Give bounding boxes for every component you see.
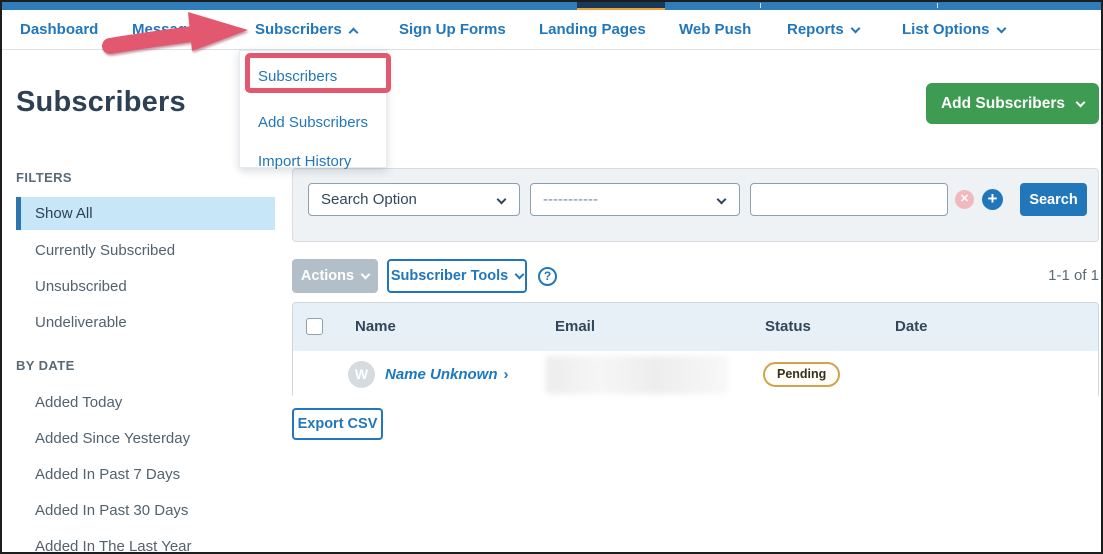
- filter-show-all[interactable]: Show All: [16, 197, 275, 230]
- chevron-right-icon: ›: [504, 366, 509, 383]
- add-subscribers-label: Add Subscribers: [941, 95, 1065, 112]
- nav-subscribers[interactable]: Subscribers: [255, 10, 357, 49]
- status-badge: Pending: [763, 362, 840, 387]
- pagination-range: 1-1 of 1: [999, 267, 1099, 284]
- chevron-down-icon: [850, 24, 860, 34]
- search-button[interactable]: Search: [1020, 183, 1087, 216]
- actions-label: Actions: [301, 268, 354, 284]
- nav-list-options-label: List Options: [902, 21, 990, 38]
- tab-separator: [760, 3, 761, 8]
- redacted-email: [546, 356, 728, 394]
- page-title: Subscribers: [16, 86, 186, 119]
- chevron-down-icon: [515, 270, 525, 280]
- subscriber-tools-button[interactable]: Subscriber Tools: [387, 259, 527, 293]
- column-header-email: Email: [555, 303, 595, 351]
- nav-landing-pages[interactable]: Landing Pages: [539, 10, 646, 49]
- table-header-row: Name Email Status Date: [293, 303, 1098, 351]
- chevron-down-icon: [497, 195, 507, 205]
- subscribers-table: Name Email Status Date W Name Unknown › P…: [292, 302, 1099, 398]
- filters-heading: FILTERS: [16, 170, 72, 185]
- search-option-select[interactable]: Search Option: [308, 183, 520, 216]
- nav-sign-up-forms[interactable]: Sign Up Forms: [399, 10, 506, 49]
- nav-list-options[interactable]: List Options: [902, 10, 1005, 49]
- annotation-arrow-icon: [98, 6, 254, 56]
- filter-added-last-year[interactable]: Added In The Last Year: [16, 530, 275, 554]
- tab-separator: [937, 3, 938, 8]
- search-query-input[interactable]: [750, 183, 948, 216]
- table-row: W Name Unknown › Pending: [293, 351, 1098, 398]
- filter-added-past-30-days[interactable]: Added In Past 30 Days: [16, 494, 275, 527]
- by-date-heading: BY DATE: [16, 358, 75, 373]
- filter-unsubscribed[interactable]: Unsubscribed: [16, 270, 275, 303]
- export-csv-button[interactable]: Export CSV: [292, 408, 383, 440]
- nav-web-push[interactable]: Web Push: [679, 10, 751, 49]
- actions-button[interactable]: Actions: [292, 259, 378, 293]
- app-window: Dashboard Messages Subscribers Sign Up F…: [0, 0, 1103, 554]
- add-subscribers-button[interactable]: Add Subscribers: [926, 83, 1099, 124]
- menu-item-subscribers[interactable]: Subscribers: [240, 58, 386, 96]
- subscribers-dropdown-menu: Subscribers Add Subscribers Import Histo…: [239, 50, 387, 168]
- chevron-down-icon: [361, 270, 371, 280]
- nav-web-push-label: Web Push: [679, 21, 751, 38]
- search-condition-select[interactable]: -----------: [530, 183, 740, 216]
- nav-subscribers-label: Subscribers: [255, 21, 342, 38]
- filter-currently-subscribed[interactable]: Currently Subscribed: [16, 234, 275, 267]
- menu-item-add-subscribers[interactable]: Add Subscribers: [240, 104, 386, 142]
- nav-dashboard-label: Dashboard: [20, 21, 98, 38]
- nav-reports-label: Reports: [787, 21, 844, 38]
- remove-criteria-icon[interactable]: ✕: [955, 190, 974, 209]
- help-icon[interactable]: ?: [538, 267, 557, 286]
- nav-reports[interactable]: Reports: [787, 10, 859, 49]
- chevron-down-icon: [717, 195, 727, 205]
- subscriber-avatar: W: [348, 361, 375, 388]
- subscriber-tools-label: Subscriber Tools: [391, 268, 508, 284]
- column-header-status: Status: [765, 303, 811, 351]
- nav-sign-up-forms-label: Sign Up Forms: [399, 21, 506, 38]
- nav-landing-pages-label: Landing Pages: [539, 21, 646, 38]
- search-panel: Search Option ----------- ✕ + Search: [292, 168, 1099, 242]
- chevron-down-icon: [1076, 97, 1086, 107]
- search-condition-value: -----------: [543, 191, 598, 208]
- filter-added-today[interactable]: Added Today: [16, 386, 275, 419]
- chevron-down-icon: [996, 24, 1006, 34]
- add-criteria-icon[interactable]: +: [982, 189, 1003, 210]
- column-header-date: Date: [895, 303, 928, 351]
- active-tab-indicator: [577, 2, 665, 10]
- column-header-name: Name: [355, 303, 396, 351]
- menu-item-import-history[interactable]: Import History: [240, 143, 386, 181]
- filter-added-since-yesterday[interactable]: Added Since Yesterday: [16, 422, 275, 455]
- chevron-up-icon: [348, 28, 358, 38]
- search-option-value: Search Option: [321, 191, 417, 208]
- select-all-checkbox[interactable]: [306, 318, 323, 335]
- subscriber-name: Name Unknown: [385, 366, 498, 383]
- filter-added-past-7-days[interactable]: Added In Past 7 Days: [16, 458, 275, 491]
- subscriber-name-link[interactable]: Name Unknown ›: [385, 351, 509, 398]
- nav-dashboard[interactable]: Dashboard: [20, 10, 98, 49]
- filter-undeliverable[interactable]: Undeliverable: [16, 306, 275, 339]
